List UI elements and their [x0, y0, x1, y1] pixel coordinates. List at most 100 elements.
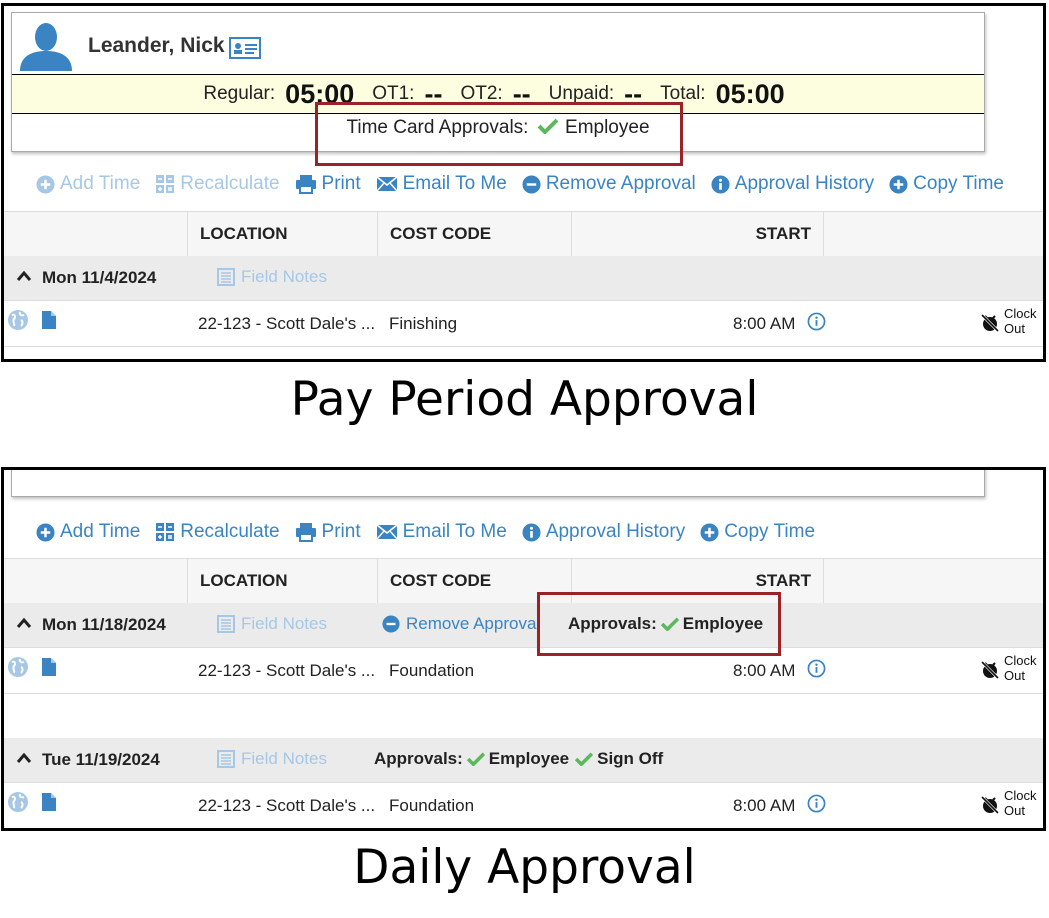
table-header: LOCATION COST CODE START — [4, 211, 1043, 257]
document-icon[interactable] — [41, 657, 57, 677]
document-icon[interactable] — [41, 792, 57, 812]
globe-icon[interactable] — [7, 791, 29, 813]
day-header: Tue 11/19/2024 Field Notes Approvals: Em… — [4, 738, 1043, 783]
recalculate-button[interactable]: Recalculate — [155, 521, 280, 543]
envelope-icon — [376, 176, 398, 192]
toolbar: Add Time Recalculate Print Email To Me A… — [36, 521, 815, 543]
printer-icon — [295, 523, 316, 542]
ot1-value: -- — [424, 78, 443, 109]
day-date: Mon 11/4/2024 — [42, 268, 157, 287]
email-button[interactable]: Email To Me — [376, 173, 507, 195]
timecard-approvals-value: Employee — [565, 117, 650, 138]
field-notes-button[interactable]: Field Notes — [217, 749, 327, 769]
employee-name: Leander, Nick — [88, 34, 225, 57]
clock-out-button[interactable]: Clock Out — [1004, 788, 1043, 818]
approval-history-button[interactable]: Approval History — [522, 521, 685, 543]
recalculate-button[interactable]: Recalculate — [155, 173, 280, 195]
plus-circle-icon — [36, 174, 55, 194]
daily-panel: Add Time Recalculate Print Email To Me A… — [1, 467, 1046, 831]
entry-location: 22-123 - Scott Dale's ... — [198, 314, 376, 333]
column-cost-code[interactable]: COST CODE — [377, 212, 571, 256]
day-approvals: Approvals: Employee — [568, 614, 764, 633]
id-card-icon[interactable] — [229, 37, 261, 59]
entry-location: 22-123 - Scott Dale's ... — [198, 661, 376, 680]
chevron-up-icon[interactable] — [16, 270, 32, 282]
plus-circle-icon — [889, 174, 908, 194]
regular-label: Regular: — [203, 83, 276, 104]
approval-history-button[interactable]: Approval History — [711, 173, 874, 195]
column-location[interactable]: LOCATION — [187, 559, 377, 603]
clock-out-icon[interactable] — [980, 660, 1000, 680]
total-label: Total: — [660, 83, 706, 104]
clock-out-icon[interactable] — [980, 795, 1000, 815]
field-notes-button[interactable]: Field Notes — [217, 614, 327, 634]
entry-cost-code: Foundation — [389, 796, 475, 815]
calculator-icon — [156, 175, 175, 193]
globe-icon[interactable] — [7, 309, 29, 331]
clock-out-icon[interactable] — [980, 313, 1000, 333]
notes-icon — [217, 268, 235, 286]
regular-value: 05:00 — [285, 78, 355, 109]
copy-time-button[interactable]: Copy Time — [889, 173, 1004, 195]
print-button[interactable]: Print — [295, 173, 361, 195]
employee-card: Leander, Nick Regular: 05:00 OT1: -- OT2… — [11, 12, 985, 152]
chevron-up-icon[interactable] — [16, 617, 32, 629]
hours-summary-bar: Regular: 05:00 OT1: -- OT2: -- Unpaid: -… — [12, 74, 984, 114]
clock-out-button[interactable]: Clock Out — [1004, 653, 1043, 683]
print-button[interactable]: Print — [295, 521, 361, 543]
info-circle-icon — [711, 174, 730, 194]
plus-circle-icon — [36, 522, 55, 542]
entry-cost-code: Foundation — [389, 661, 475, 680]
table-row[interactable]: 22-123 - Scott Dale's ... Foundation 8:0… — [4, 783, 1043, 828]
total-value: 05:00 — [715, 78, 785, 109]
table-row[interactable]: 22-123 - Scott Dale's ... Foundation 8:0… — [4, 648, 1043, 694]
caption-pay-period: Pay Period Approval — [290, 372, 759, 427]
info-icon[interactable] — [807, 312, 826, 331]
ot2-value: -- — [512, 78, 531, 109]
clock-out-button[interactable]: Clock Out — [1004, 306, 1043, 336]
caption-daily: Daily Approval — [353, 840, 696, 895]
remove-approval-button[interactable]: Remove Approval — [382, 614, 540, 634]
plus-circle-icon — [700, 522, 719, 542]
checkmark-icon — [660, 617, 679, 631]
email-button[interactable]: Email To Me — [376, 521, 507, 543]
checkmark-icon — [537, 118, 559, 135]
chevron-up-icon[interactable] — [16, 752, 32, 764]
printer-icon — [295, 175, 316, 194]
globe-icon[interactable] — [7, 656, 29, 678]
entry-start: 8:00 AM — [733, 661, 796, 680]
pay-period-panel: Leander, Nick Regular: 05:00 OT1: -- OT2… — [1, 3, 1046, 362]
user-avatar-icon — [20, 23, 72, 71]
column-start[interactable]: START — [571, 212, 824, 256]
info-icon[interactable] — [807, 659, 826, 678]
ot2-label: OT2: — [460, 83, 503, 104]
info-icon[interactable] — [807, 794, 826, 813]
employee-card-partial — [11, 470, 985, 497]
unpaid-value: -- — [624, 78, 643, 109]
day-approvals: Approvals: Employee Sign Off — [374, 749, 664, 768]
day-date: Mon 11/18/2024 — [42, 615, 166, 634]
table-row[interactable]: 22-123 - Scott Dale's ... Finishing 8:00… — [4, 301, 1043, 347]
add-time-button[interactable]: Add Time — [36, 521, 140, 543]
column-start[interactable]: START — [571, 559, 824, 603]
entry-start: 8:00 AM — [733, 796, 796, 815]
field-notes-button[interactable]: Field Notes — [217, 267, 327, 287]
notes-icon — [217, 615, 235, 633]
entry-start: 8:00 AM — [733, 314, 796, 333]
ot1-label: OT1: — [372, 83, 415, 104]
entry-cost-code: Finishing — [389, 314, 458, 333]
day-header: Mon 11/18/2024 Field Notes Remove Approv… — [4, 603, 1043, 648]
document-icon[interactable] — [41, 310, 57, 330]
table-header: LOCATION COST CODE START — [4, 558, 1043, 604]
copy-time-button[interactable]: Copy Time — [700, 521, 815, 543]
column-cost-code[interactable]: COST CODE — [377, 559, 571, 603]
day-header: Mon 11/4/2024 Field Notes — [4, 256, 1043, 301]
notes-icon — [217, 750, 235, 768]
minus-circle-icon — [382, 615, 400, 633]
remove-approval-button[interactable]: Remove Approval — [522, 173, 696, 195]
envelope-icon — [376, 524, 398, 540]
timecard-approvals-label: Time Card Approvals: — [346, 117, 529, 138]
checkmark-icon — [575, 752, 594, 766]
add-time-button[interactable]: Add Time — [36, 173, 140, 195]
column-location[interactable]: LOCATION — [187, 212, 377, 256]
